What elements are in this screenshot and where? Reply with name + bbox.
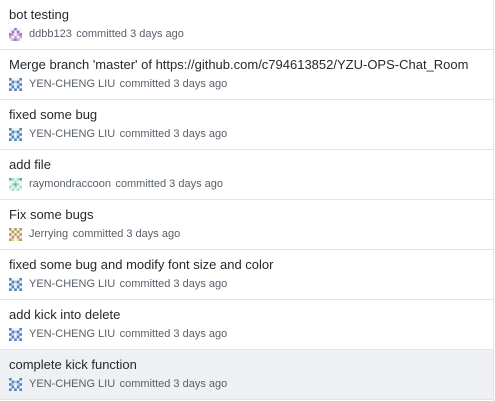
author-avatar-icon — [9, 277, 22, 291]
commit-meta: ddbb123 committed 3 days ago — [9, 27, 184, 41]
commit-title: bot testing — [9, 7, 69, 22]
commit-meta: Jerrying committed 3 days ago — [9, 227, 180, 241]
commit-time: committed 3 days ago — [119, 78, 228, 90]
commit-row[interactable]: add kick into delete YEN-CHENG LIU commi… — [0, 300, 493, 350]
author-avatar-icon — [9, 227, 22, 241]
commit-row[interactable]: add file raymondraccoon committed 3 days… — [0, 150, 493, 200]
commit-row[interactable]: fixed some bug YEN-CHENG LIU committed 3… — [0, 100, 493, 150]
commit-time: committed 3 days ago — [119, 128, 228, 140]
commit-meta: YEN-CHENG LIU committed 3 days ago — [9, 377, 227, 391]
author-avatar-icon — [9, 127, 22, 141]
commit-row[interactable]: Fix some bugs Jerrying committed 3 days … — [0, 200, 493, 250]
author-avatar-icon — [9, 177, 22, 191]
author-avatar-icon — [9, 327, 22, 341]
author-name: YEN-CHENG LIU — [29, 278, 116, 290]
commit-time: committed 3 days ago — [119, 328, 228, 340]
commit-title: fixed some bug and modify font size and … — [9, 257, 274, 272]
commit-time: committed 3 days ago — [72, 228, 181, 240]
commit-meta: YEN-CHENG LIU committed 3 days ago — [9, 327, 227, 341]
author-name: YEN-CHENG LIU — [29, 128, 116, 140]
author-name: YEN-CHENG LIU — [29, 78, 116, 90]
commit-time: committed 3 days ago — [76, 28, 184, 40]
author-name: YEN-CHENG LIU — [29, 378, 116, 390]
commit-meta: YEN-CHENG LIU committed 3 days ago — [9, 77, 227, 91]
commit-meta: raymondraccoon committed 3 days ago — [9, 177, 223, 191]
author-avatar-icon — [9, 377, 22, 391]
commit-row[interactable]: complete kick function YEN-CHENG LIU com… — [0, 350, 493, 400]
commit-title: add file — [9, 157, 51, 172]
author-name: ddbb123 — [29, 28, 72, 40]
author-name: YEN-CHENG LIU — [29, 328, 116, 340]
commit-meta: YEN-CHENG LIU committed 3 days ago — [9, 127, 227, 141]
commit-title: complete kick function — [9, 357, 137, 372]
author-avatar-icon — [9, 27, 22, 41]
commit-row[interactable]: bot testing ddbb123 committed 3 days ago — [0, 0, 493, 50]
commit-time: committed 3 days ago — [115, 178, 224, 190]
commit-meta: YEN-CHENG LIU committed 3 days ago — [9, 277, 227, 291]
commit-title: Fix some bugs — [9, 207, 94, 222]
commit-time: committed 3 days ago — [119, 378, 228, 390]
author-name: raymondraccoon — [29, 178, 111, 190]
commit-row[interactable]: Merge branch 'master' of https://github.… — [0, 50, 493, 100]
commit-time: committed 3 days ago — [119, 278, 228, 290]
commit-title: add kick into delete — [9, 307, 121, 322]
commit-title: fixed some bug — [9, 107, 98, 122]
commit-list: bot testing ddbb123 committed 3 days ago… — [0, 0, 494, 401]
author-name: Jerrying — [29, 228, 69, 240]
commit-title: Merge branch 'master' of https://github.… — [9, 57, 469, 72]
commit-row[interactable]: fixed some bug and modify font size and … — [0, 250, 493, 300]
author-avatar-icon — [9, 77, 22, 91]
